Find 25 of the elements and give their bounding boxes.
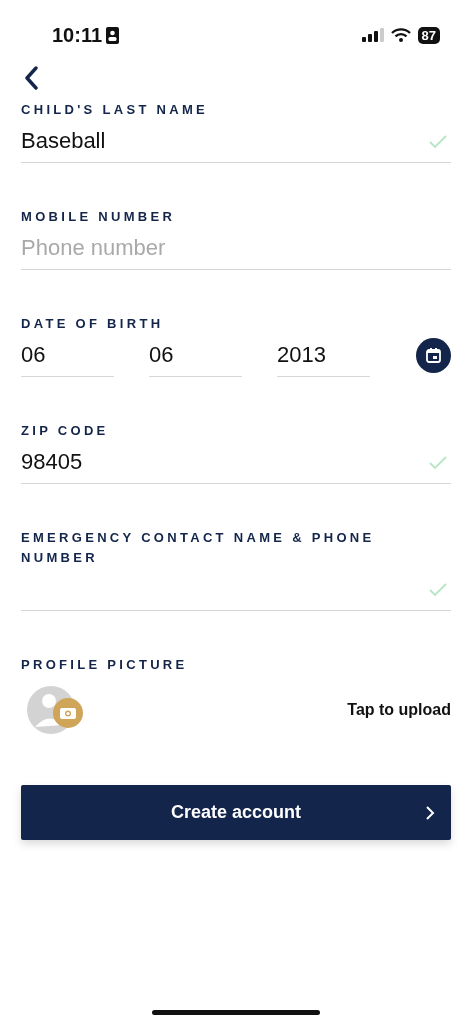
date-field[interactable]: 06 — [21, 334, 114, 377]
signal-icon — [361, 28, 384, 42]
calendar-button[interactable] — [416, 338, 451, 373]
field-label: CHILD'S LAST NAME — [21, 101, 210, 119]
wifi-icon — [390, 28, 411, 42]
upload-link[interactable]: Tap to upload — [347, 701, 451, 719]
date-field[interactable]: 06 — [149, 334, 242, 377]
field-label: EMERGENCY CONTACT NAME & PHONE NUMBER — [21, 529, 376, 567]
input-field[interactable]: 98405 — [21, 441, 451, 484]
status-time: 10:11 — [52, 23, 103, 47]
input-field[interactable]: Baseball — [21, 120, 451, 163]
calendar-icon — [426, 348, 441, 363]
field-label: PROFILE PICTURE — [21, 656, 189, 674]
check-icon — [429, 455, 447, 469]
battery-indicator: 87 — [417, 26, 440, 44]
field-label: DATE OF BIRTH — [21, 315, 165, 333]
back-icon[interactable] — [24, 66, 38, 90]
contact-card-icon — [106, 26, 120, 44]
field-label: ZIP CODE — [21, 422, 110, 440]
check-icon — [429, 134, 447, 148]
chevron-right-icon — [425, 805, 435, 820]
field-label: MOBILE NUMBER — [21, 208, 177, 226]
check-icon — [429, 582, 447, 596]
date-field[interactable]: 2013 — [277, 334, 370, 377]
create-account-button[interactable]: Create account — [21, 785, 451, 840]
